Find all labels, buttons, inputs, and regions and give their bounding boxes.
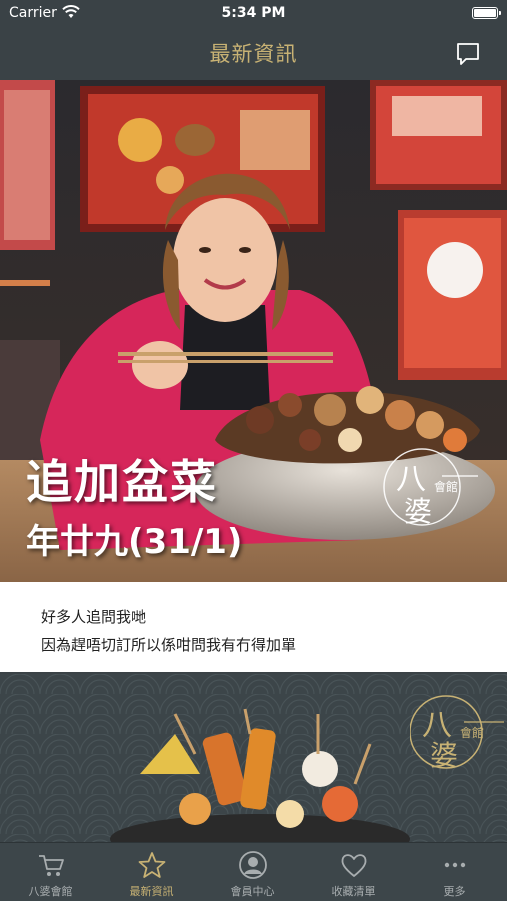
logo-tag: 會館 — [460, 726, 485, 740]
tab-bar: 八婆會館 最新資訊 會員中心 收藏清單 更多 — [0, 842, 507, 901]
tab-latest-news[interactable]: 最新資訊 — [101, 843, 202, 901]
caption-line-2: 因為趕唔切訂所以係咁問我有冇得加單 — [41, 636, 297, 654]
member-icon — [239, 851, 267, 879]
logo-tag: 會館 — [434, 480, 459, 494]
tab-member-center[interactable]: 會員中心 — [202, 843, 303, 901]
brand-logo: 八 婆 會館 — [382, 432, 482, 532]
tab-label: 八婆會館 — [28, 885, 73, 898]
brand-logo-2: 八 婆 會館 — [409, 682, 507, 782]
navigation-bar: 最新資訊 — [0, 28, 507, 80]
tab-label: 最新資訊 — [129, 885, 174, 898]
battery-icon — [472, 7, 501, 19]
more-icon — [444, 862, 466, 868]
caption-line-1: 好多人追問我哋 — [41, 608, 147, 626]
status-bar: Carrier 5:34 PM — [0, 0, 507, 28]
logo-char-2: 婆 — [404, 495, 433, 528]
tab-label: 會員中心 — [230, 885, 275, 898]
post-image-2[interactable]: 八 婆 會館 — [0, 674, 507, 842]
star-icon — [138, 852, 166, 878]
post-overlay-title: 追加盆菜 — [26, 455, 218, 509]
cart-icon — [39, 855, 64, 876]
tab-bapo-club[interactable]: 八婆會館 — [0, 843, 101, 901]
clock: 5:34 PM — [221, 5, 286, 21]
post-overlay-date: 年廿九(31/1) — [26, 522, 243, 562]
tab-favorites[interactable]: 收藏清單 — [303, 843, 404, 901]
news-feed[interactable]: 追加盆菜 年廿九(31/1) 八 婆 會館 好多人追問我哋 因為趕唔切訂所以係咁… — [0, 80, 507, 842]
page-title: 最新資訊 — [209, 42, 298, 66]
tab-label: 收藏清單 — [331, 885, 376, 898]
post-caption[interactable]: 好多人追問我哋 因為趕唔切訂所以係咁問我有冇得加單 — [0, 582, 507, 672]
tab-more[interactable]: 更多 — [404, 843, 505, 901]
logo-char-2: 婆 — [430, 739, 459, 772]
chat-icon[interactable] — [455, 41, 481, 67]
heart-icon — [341, 854, 367, 877]
tab-label: 更多 — [443, 885, 466, 898]
post-image[interactable]: 追加盆菜 年廿九(31/1) 八 婆 會館 — [0, 80, 507, 582]
